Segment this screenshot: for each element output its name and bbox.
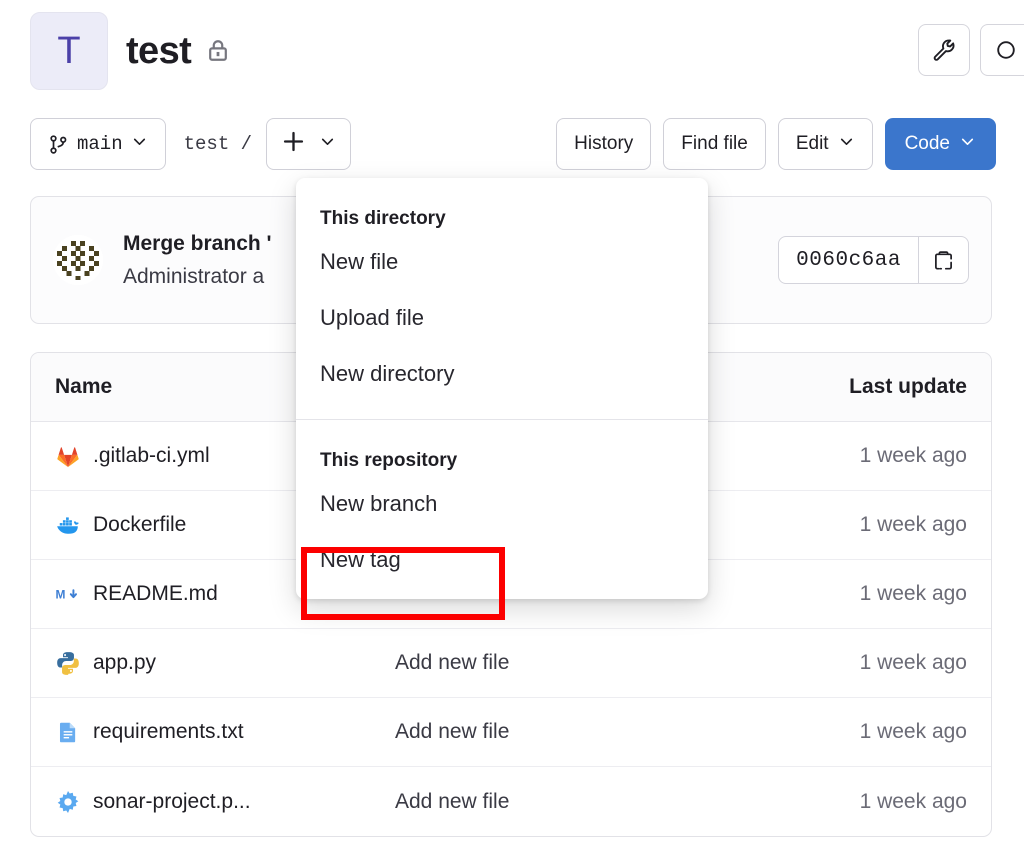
branch-icon xyxy=(50,134,67,154)
code-label: Code xyxy=(904,133,950,154)
commit-message-cell[interactable]: Add new file xyxy=(395,720,787,744)
partial-icon xyxy=(997,41,1015,59)
document-icon xyxy=(55,719,81,745)
file-name-label: requirements.txt xyxy=(93,720,244,743)
secondary-action-button[interactable] xyxy=(980,24,1024,76)
project-header: T test xyxy=(30,12,231,90)
code-button[interactable]: Code xyxy=(884,118,996,170)
edit-button[interactable]: Edit xyxy=(777,118,873,170)
chevron-down-icon xyxy=(319,133,336,156)
python-icon xyxy=(55,650,81,676)
last-update-cell: 1 week ago xyxy=(859,582,967,605)
column-header-last-update: Last update xyxy=(849,375,967,398)
plus-icon xyxy=(281,129,306,160)
chevron-down-icon xyxy=(131,133,148,156)
file-name-cell[interactable]: requirements.txt xyxy=(55,719,395,745)
project-avatar[interactable]: T xyxy=(30,12,108,90)
copy-sha-button[interactable] xyxy=(918,237,968,283)
file-name-label: .gitlab-ci.yml xyxy=(93,444,210,467)
menu-item-new-directory[interactable]: New directory xyxy=(296,346,708,402)
commit-author-line: Administrator a xyxy=(123,264,265,288)
file-name-label: Dockerfile xyxy=(93,513,187,536)
gitlab-icon xyxy=(55,443,81,469)
dropdown-section-this-directory: This directory xyxy=(320,208,446,229)
file-name-cell[interactable]: sonar-project.p... xyxy=(55,789,395,815)
gitlab-repository-page: T test main test / History Find file Edi… xyxy=(0,0,1024,852)
last-update-cell: 1 week ago xyxy=(859,651,967,674)
avatar xyxy=(53,235,103,285)
commit-sha[interactable]: 0060c6aa xyxy=(779,237,918,283)
history-button[interactable]: History xyxy=(556,118,652,170)
chevron-down-icon xyxy=(959,133,976,156)
chevron-down-icon xyxy=(838,133,855,156)
commit-message[interactable]: Merge branch ' xyxy=(123,232,272,256)
project-name: test xyxy=(126,29,192,72)
menu-item-new-tag[interactable]: New tag xyxy=(296,532,708,588)
commit-message-cell[interactable]: Add new file xyxy=(395,790,787,814)
file-name-cell[interactable]: app.py xyxy=(55,650,395,676)
header-actions xyxy=(918,24,1024,76)
commit-message-cell[interactable]: Add new file xyxy=(395,651,787,675)
add-to-repo-dropdown-menu: This directory New file Upload file New … xyxy=(296,178,708,600)
file-name-label: README.md xyxy=(93,582,218,605)
gear-icon xyxy=(55,789,81,815)
wrench-icon xyxy=(933,39,955,61)
table-row[interactable]: requirements.txt Add new file 1 week ago xyxy=(31,698,991,767)
menu-item-new-branch[interactable]: New branch xyxy=(296,476,708,532)
add-to-repo-button[interactable] xyxy=(266,118,352,170)
branch-label: main xyxy=(77,133,123,155)
last-update-cell: 1 week ago xyxy=(859,513,967,536)
lock-icon xyxy=(205,37,231,67)
svg-text:M: M xyxy=(56,587,66,601)
toolbar-right-group: History Find file Edit Code xyxy=(556,118,996,170)
commit-info: Merge branch ' Administrator a xyxy=(123,232,272,289)
table-row[interactable]: app.py Add new file 1 week ago xyxy=(31,629,991,698)
repository-toolbar: main test / History Find file Edit Code xyxy=(30,118,996,170)
breadcrumb[interactable]: test / xyxy=(184,133,252,155)
last-update-cell: 1 week ago xyxy=(859,789,967,813)
file-name-label: sonar-project.p... xyxy=(93,789,251,813)
clipboard-icon xyxy=(935,250,952,270)
find-file-button[interactable]: Find file xyxy=(663,118,766,170)
menu-item-new-file[interactable]: New file xyxy=(296,234,708,290)
docker-icon xyxy=(55,512,81,538)
settings-wrench-button[interactable] xyxy=(918,24,970,76)
branch-selector[interactable]: main xyxy=(30,118,166,170)
commit-sha-group: 0060c6aa xyxy=(778,236,969,284)
last-update-cell: 1 week ago xyxy=(859,444,967,467)
last-update-cell: 1 week ago xyxy=(859,720,967,743)
page-title: test xyxy=(126,30,231,73)
edit-label: Edit xyxy=(795,133,829,154)
menu-item-upload-file[interactable]: Upload file xyxy=(296,290,708,346)
file-name-label: app.py xyxy=(93,651,157,674)
dropdown-section-this-repository: This repository xyxy=(320,449,458,471)
markdown-icon: M xyxy=(55,581,81,607)
table-row[interactable]: sonar-project.p... Add new file 1 week ago xyxy=(31,767,991,836)
